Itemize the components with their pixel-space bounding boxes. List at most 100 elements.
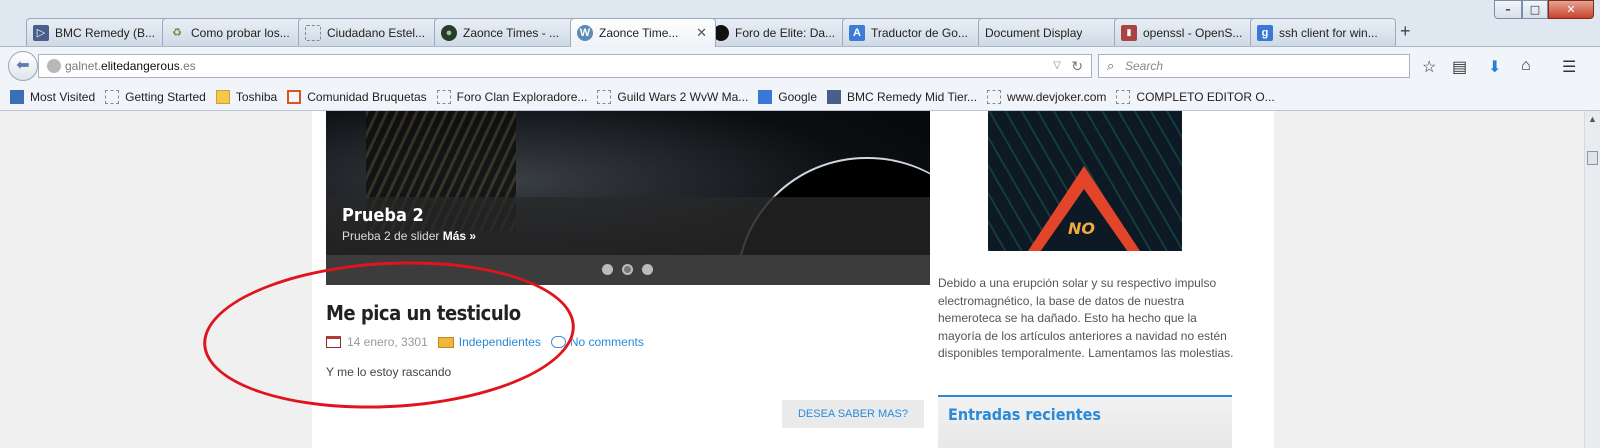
slide-title: Prueba 2 xyxy=(342,205,424,226)
address-bar[interactable]: galnet.elitedangerous.es ▽ ↻ xyxy=(38,54,1092,78)
tab-document-display[interactable]: Document Display xyxy=(978,18,1124,46)
tab-traductor[interactable]: A Traductor de Go... xyxy=(842,18,988,46)
minimize-button[interactable]: – xyxy=(1494,0,1522,19)
slider-dot[interactable] xyxy=(602,264,613,275)
slider-dot[interactable] xyxy=(642,264,653,275)
page-icon xyxy=(305,24,321,41)
tab-label: Ciudadano Estel... xyxy=(327,25,426,40)
reload-icon[interactable]: ↻ xyxy=(1071,55,1083,77)
bookmark-star-icon[interactable]: ☆ xyxy=(1422,57,1436,77)
search-placeholder: Search xyxy=(1125,59,1164,73)
tab-label: Zaonce Time... xyxy=(599,26,679,40)
scrollbar-thumb[interactable] xyxy=(1587,151,1598,165)
google-icon xyxy=(758,90,773,104)
bookmark-completo-editor[interactable]: COMPLETO EDITOR O... xyxy=(1116,90,1275,104)
sidebar-warning-image: NO xyxy=(988,111,1182,251)
site-icon xyxy=(287,90,302,104)
bookmark-label: Comunidad Bruquetas xyxy=(307,90,427,104)
vertical-scrollbar[interactable]: ▲ xyxy=(1584,111,1600,448)
image-slider[interactable]: Prueba 2 Prueba 2 de slider Más » xyxy=(326,111,930,285)
bookmark-label: Foro Clan Exploradore... xyxy=(456,90,588,104)
tab-ssh-client[interactable]: g ssh client for win... xyxy=(1250,18,1396,46)
tab-label: Document Display xyxy=(985,25,1083,40)
page-icon xyxy=(597,90,612,104)
page-viewport: Prueba 2 Prueba 2 de slider Más » Me pic… xyxy=(0,111,1584,448)
bookmark-toshiba[interactable]: Toshiba xyxy=(215,90,278,104)
new-tab-button[interactable]: + xyxy=(1400,21,1411,42)
bookmark-most-visited[interactable]: Most Visited xyxy=(10,90,95,104)
translate-icon: A xyxy=(849,24,865,41)
tab-como-probar[interactable]: ♻ Como probar los... xyxy=(162,18,308,46)
tab-label: ssh client for win... xyxy=(1279,25,1378,40)
slider-dot-active[interactable] xyxy=(622,264,633,275)
url-prefix: galnet. xyxy=(65,59,102,73)
bookmark-label: Toshiba xyxy=(235,90,278,104)
tab-openssl[interactable]: ▮ openssl - OpenS... xyxy=(1114,18,1260,46)
bookmark-label: Google xyxy=(778,90,817,104)
window-controls: – □ ✕ xyxy=(1494,0,1594,19)
post-comments-link[interactable]: No comments xyxy=(570,335,644,349)
bookmark-getting-started[interactable]: Getting Started xyxy=(105,90,206,104)
menu-icon[interactable]: ☰ xyxy=(1562,57,1576,77)
tab-zaonce-times-active[interactable]: W Zaonce Time... ✕ xyxy=(570,18,716,47)
wordpress-icon: W xyxy=(577,25,593,41)
recent-posts-widget: Entradas recientes xyxy=(938,395,1232,448)
back-button[interactable]: ⬅ xyxy=(8,51,38,81)
read-more-button[interactable]: DESEA SABER MAS? xyxy=(782,400,924,428)
bookmarks-icon xyxy=(10,90,24,104)
google-icon: g xyxy=(1257,24,1273,41)
close-tab-icon[interactable]: ✕ xyxy=(696,25,707,41)
tab-label: Foro de Elite: Da... xyxy=(735,25,836,40)
globe-icon xyxy=(47,59,61,73)
bookmark-label: www.devjoker.com xyxy=(1007,90,1107,104)
page-icon xyxy=(105,90,120,104)
dropdown-arrow-icon[interactable]: ▽ xyxy=(1053,55,1061,77)
tab-foro-elite[interactable]: Foro de Elite: Da... xyxy=(706,18,852,46)
tab-ciudadano[interactable]: Ciudadano Estel... xyxy=(298,18,444,46)
page-icon xyxy=(1116,90,1131,104)
download-icon[interactable]: ⬇ xyxy=(1488,57,1501,77)
maximize-button[interactable]: □ xyxy=(1522,0,1548,19)
search-box[interactable]: ⌕ Search xyxy=(1098,54,1410,78)
slide-subtitle: Prueba 2 de slider Más » xyxy=(342,229,476,243)
page-icon xyxy=(987,90,1002,104)
warning-image-text: NO xyxy=(1068,219,1095,238)
recycle-icon: ♻ xyxy=(172,27,182,39)
bookmark-label: Guild Wars 2 WvW Ma... xyxy=(617,90,749,104)
bookmark-guild-wars[interactable]: Guild Wars 2 WvW Ma... xyxy=(597,90,748,104)
bookmark-label: Getting Started xyxy=(125,90,206,104)
bookmark-bmc-remedy[interactable]: BMC Remedy Mid Tier... xyxy=(827,90,977,104)
folder-icon xyxy=(215,90,230,104)
tab-label: Como probar los... xyxy=(191,25,290,40)
bookmark-label: BMC Remedy Mid Tier... xyxy=(847,90,978,104)
search-icon: ⌕ xyxy=(1107,58,1115,73)
slider-caption: Prueba 2 Prueba 2 de slider Más » xyxy=(326,197,930,255)
navigation-bar: ⬅ galnet.elitedangerous.es ▽ ↻ ⌕ Search … xyxy=(0,46,1600,85)
sidebar-notice: Debido a una erupción solar y su respect… xyxy=(938,276,1234,361)
bookmark-label: Most Visited xyxy=(30,90,96,104)
tab-label: openssl - OpenS... xyxy=(1143,25,1243,40)
reading-list-icon[interactable]: ▤ xyxy=(1452,57,1467,77)
slide-more-link[interactable]: Más » xyxy=(443,229,476,243)
bookmark-devjoker[interactable]: www.devjoker.com xyxy=(987,90,1106,104)
home-icon[interactable]: ⌂ xyxy=(1521,57,1531,75)
browser-window: – □ ✕ ▷ BMC Remedy (B... ♻ Como probar l… xyxy=(0,0,1600,448)
tab-strip: ▷ BMC Remedy (B... ♻ Como probar los... … xyxy=(12,18,1442,47)
tab-label: Traductor de Go... xyxy=(871,25,968,40)
bookmark-comunidad-bruquetas[interactable]: Comunidad Bruquetas xyxy=(287,90,427,104)
bmc-icon: ▷ xyxy=(33,24,49,41)
tab-bmc-remedy[interactable]: ▷ BMC Remedy (B... xyxy=(26,18,172,46)
url-suffix: .es xyxy=(179,59,196,73)
globe-icon: ● xyxy=(441,24,457,41)
tab-label: Zaonce Times - ... xyxy=(463,25,560,40)
openssl-icon: ▮ xyxy=(1121,24,1137,41)
bookmark-foro-clan[interactable]: Foro Clan Exploradore... xyxy=(436,90,588,104)
close-window-button[interactable]: ✕ xyxy=(1548,0,1594,19)
bmc-icon xyxy=(827,90,841,104)
bookmarks-toolbar: Most Visited Getting Started Toshiba Com… xyxy=(0,84,1600,111)
bookmark-google[interactable]: Google xyxy=(758,90,817,104)
tab-label: BMC Remedy (B... xyxy=(55,25,156,40)
scroll-up-icon[interactable]: ▲ xyxy=(1585,111,1600,127)
slide-subtitle-text: Prueba 2 de slider xyxy=(342,229,440,243)
tab-zaonce-times-1[interactable]: ● Zaonce Times - ... xyxy=(434,18,580,46)
